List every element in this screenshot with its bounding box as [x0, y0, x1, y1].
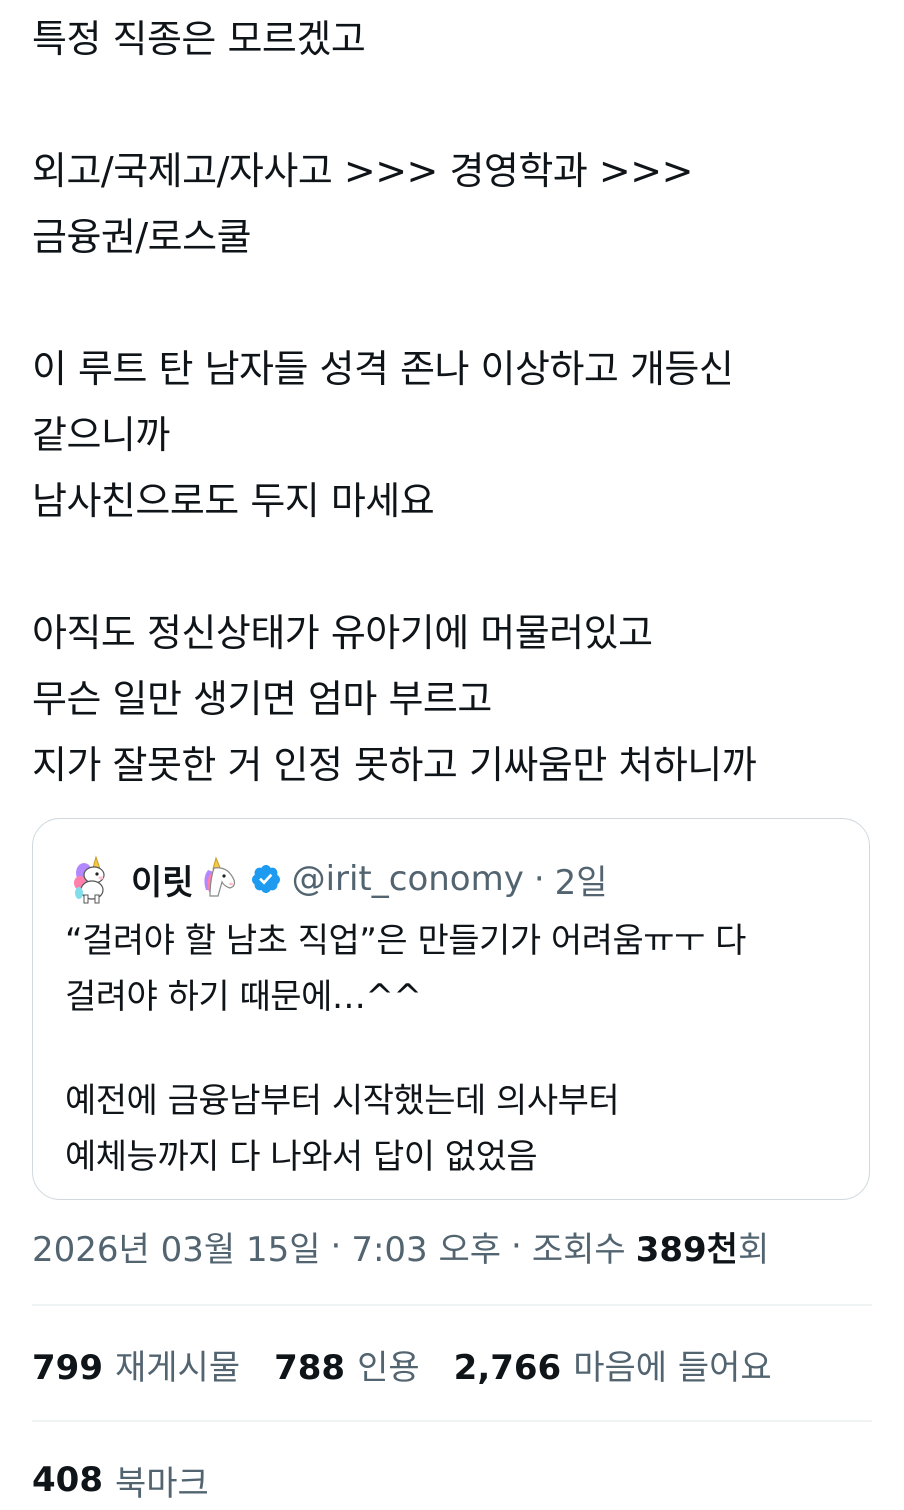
quote-line: 예체능까지 다 나와서 답이 없었음	[65, 1137, 538, 1177]
tweet-time[interactable]: 7:03 오후	[351, 1222, 501, 1271]
unicorn-emoji-icon	[196, 856, 242, 902]
tweet-line: 같으니까	[32, 413, 170, 457]
quotes-count: 788	[274, 1347, 346, 1388]
likes-stat[interactable]: 2,766 마음에 들어요	[454, 1340, 772, 1389]
quote-line: “걸려야 할 남초 직업”은 만들기가 어려움ㅠㅜ 다	[65, 921, 746, 961]
separator-dot: ·	[533, 859, 545, 899]
quote-line-blank	[65, 1025, 855, 1073]
divider	[32, 1304, 872, 1306]
tweet-line: 지가 잘못한 거 인정 못하고 기싸움만 처하니까	[32, 743, 757, 787]
separator-dot: ·	[511, 1226, 522, 1266]
quoted-tweet-card[interactable]: 이릿 @irit_conomy · 2일 “걸려야 할 남초 직업”은 만들기가…	[32, 818, 870, 1200]
quotes-stat[interactable]: 788 인용	[274, 1340, 420, 1389]
engagement-stats: 799 재게시물 788 인용 2,766 마음에 들어요	[32, 1334, 806, 1394]
views-count: 389천	[635, 1229, 738, 1270]
tweet-line: 외고/국제고/자사고 >>> 경영학과 >>>	[32, 149, 693, 193]
bookmarks-stat[interactable]: 408 북마크	[32, 1450, 209, 1510]
views-suffix: 회	[737, 1229, 770, 1270]
quoted-author-name[interactable]: 이릿	[131, 855, 194, 904]
separator-dot: ·	[330, 1226, 342, 1266]
quoted-author-handle[interactable]: @irit_conomy	[292, 859, 524, 899]
unicorn-avatar-icon[interactable]	[65, 852, 119, 906]
tweet-meta: 2026년 03월 15일 · 7:03 오후 · 조회수 389천 회	[32, 1216, 769, 1276]
retweets-label: 재게시물	[114, 1347, 241, 1388]
likes-count: 2,766	[453, 1347, 562, 1388]
verified-badge-icon	[250, 863, 282, 895]
tweet-line: 아직도 정신상태가 유아기에 머물러있고	[32, 611, 653, 655]
tweet-line: 무슨 일만 생기면 엄마 부르고	[32, 677, 492, 721]
tweet-line: 금융권/로스쿨	[32, 215, 252, 259]
quote-line: 예전에 금융남부터 시작했는데 의사부터	[65, 1081, 620, 1121]
quote-line: 걸려야 하기 때문에…^^	[65, 977, 422, 1017]
quoted-tweet-header: 이릿 @irit_conomy · 2일	[65, 849, 608, 909]
quoted-tweet-text: “걸려야 할 남초 직업”은 만들기가 어려움ㅠㅜ 다 걸려야 하기 때문에…^…	[65, 913, 855, 1185]
bookmarks-count: 408	[32, 1460, 103, 1500]
retweets-stat[interactable]: 799 재게시물	[32, 1340, 240, 1389]
retweets-count: 799	[32, 1347, 103, 1388]
views-label: 조회수	[531, 1229, 626, 1270]
tweet-line: 특정 직종은 모르겠고	[32, 17, 366, 61]
quoted-tweet-time[interactable]: 2일	[555, 855, 608, 904]
tweet-text: 특정 직종은 모르겠고 외고/국제고/자사고 >>> 경영학과 >>> 금융권/…	[32, 6, 882, 798]
divider	[32, 1420, 872, 1422]
tweet-line: 남사친으로도 두지 마세요	[32, 479, 435, 523]
tweet-date[interactable]: 2026년 03월 15일	[32, 1222, 321, 1271]
likes-label: 마음에 들어요	[573, 1347, 772, 1388]
tweet-line: 이 루트 탄 남자들 성격 존나 이상하고 개등신	[32, 347, 734, 391]
bookmarks-label: 북마크	[114, 1463, 209, 1504]
quotes-label: 인용	[357, 1347, 420, 1388]
